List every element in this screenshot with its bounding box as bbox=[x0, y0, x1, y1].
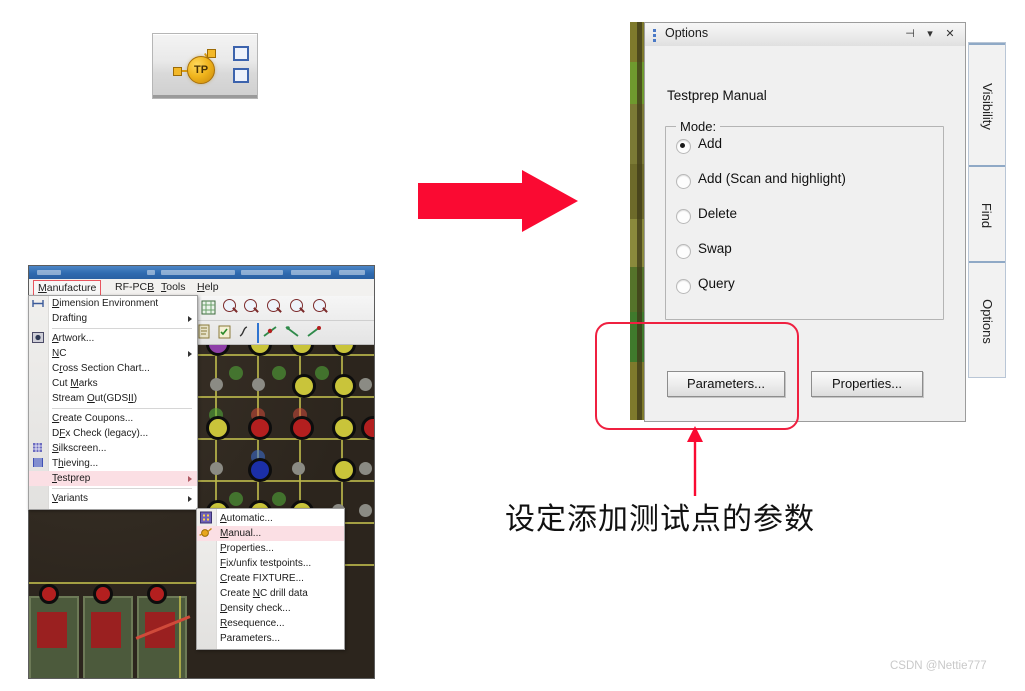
properties-button[interactable]: Properties... bbox=[811, 371, 923, 397]
menu-separator bbox=[52, 328, 192, 329]
submenu-item-automatic[interactable]: Automatic... bbox=[197, 511, 344, 526]
drag-grip-icon[interactable] bbox=[653, 29, 656, 42]
menu-item-artwork[interactable]: Artwork... bbox=[29, 331, 197, 346]
side-tab-label: Options bbox=[979, 298, 995, 344]
zoom-in-icon[interactable] bbox=[266, 299, 282, 314]
toolbar-fragment: TP bbox=[152, 33, 258, 99]
menubar-item-manufacture-label: anufacture bbox=[46, 282, 97, 294]
radio-label: Query bbox=[698, 276, 735, 291]
net-probe-icon-2[interactable] bbox=[285, 324, 300, 339]
app-titlebar bbox=[29, 266, 374, 279]
submenu-item-parameters[interactable]: Parameters... bbox=[197, 631, 344, 646]
submenu-item-density-check[interactable]: Density check... bbox=[197, 601, 344, 616]
watermark: CSDN @Nettie777 bbox=[890, 660, 987, 672]
toolbar-icon-secondary-1[interactable] bbox=[233, 46, 249, 61]
net-probe-icon-3[interactable] bbox=[307, 324, 322, 339]
submenu-item-manual[interactable]: Manual... bbox=[197, 526, 344, 541]
side-tab-find[interactable]: Find bbox=[969, 165, 1005, 263]
options-panel-titlebar: Options ⊣ ▾ ✕ bbox=[645, 23, 965, 47]
menu-item-create-coupons[interactable]: Create Coupons... bbox=[29, 411, 197, 426]
options-panel-title: Options bbox=[665, 26, 709, 40]
menubar-item-rf-pcb[interactable]: RF-PCB bbox=[115, 281, 154, 293]
menu-item-cut-marks[interactable]: Cut Marks bbox=[29, 376, 197, 391]
checklist-icon[interactable] bbox=[217, 324, 232, 339]
manual-testprep-icon bbox=[199, 527, 212, 537]
radio-indicator[interactable] bbox=[676, 279, 691, 294]
grid-icon[interactable] bbox=[201, 300, 216, 315]
callout-arrow bbox=[687, 426, 703, 496]
submenu-arrow-icon bbox=[188, 476, 192, 482]
menu-item-dfx-check[interactable]: DFx Check (legacy)... bbox=[29, 426, 197, 441]
menu-separator bbox=[52, 488, 192, 489]
side-tab-label: Visibility bbox=[979, 82, 995, 130]
radio-indicator[interactable] bbox=[676, 244, 691, 259]
report-icon[interactable] bbox=[197, 324, 212, 339]
submenu-item-fix-unfix-testpoints[interactable]: Fix/unfix testpoints... bbox=[197, 556, 344, 571]
radio-label: Swap bbox=[698, 241, 732, 256]
radio-label: Add bbox=[698, 136, 723, 151]
panel-subtitle: Testprep Manual bbox=[667, 88, 767, 103]
menu-item-testprep[interactable]: Testprep bbox=[29, 471, 197, 486]
submenu-item-properties[interactable]: Properties... bbox=[197, 541, 344, 556]
menubar-item-help[interactable]: Help bbox=[197, 281, 219, 293]
parameters-highlight-callout bbox=[595, 322, 799, 430]
radio-label: Add (Scan and highlight) bbox=[698, 171, 846, 186]
thieving-icon bbox=[33, 458, 43, 467]
measure-icon[interactable] bbox=[238, 324, 253, 339]
red-flow-arrow bbox=[418, 170, 578, 232]
submenu-arrow-icon bbox=[188, 351, 192, 357]
menu-item-stream-out[interactable]: Stream Out(GDSII) bbox=[29, 391, 197, 406]
menu-item-silkscreen[interactable]: Silkscreen... bbox=[29, 441, 197, 456]
testprep-submenu[interactable]: Automatic... Manual... Properties... Fix… bbox=[196, 508, 345, 650]
zoom-previous-icon[interactable] bbox=[312, 299, 328, 314]
side-tab-strip: Visibility Find Options bbox=[968, 42, 1006, 378]
menu-item-drafting[interactable]: Drafting bbox=[29, 311, 197, 326]
automatic-testprep-icon bbox=[200, 511, 212, 524]
menu-item-dimension-environment[interactable]: Dimension Environment bbox=[29, 296, 197, 311]
radio-label: Delete bbox=[698, 206, 738, 221]
menubar-item-manufacture[interactable]: Manufacture bbox=[33, 280, 102, 296]
radio-indicator[interactable] bbox=[676, 209, 691, 224]
submenu-arrow-icon bbox=[188, 316, 192, 322]
menu-item-cross-section-chart[interactable]: Cross Section Chart... bbox=[29, 361, 197, 376]
zoom-window-icon[interactable] bbox=[243, 299, 259, 314]
silkscreen-icon bbox=[33, 443, 42, 452]
submenu-arrow-icon bbox=[188, 496, 192, 502]
artwork-icon bbox=[32, 332, 44, 343]
radio-indicator[interactable] bbox=[676, 174, 691, 189]
submenu-item-create-fixture[interactable]: Create FIXTURE... bbox=[197, 571, 344, 586]
menu-item-variants[interactable]: Variants bbox=[29, 491, 197, 506]
menubar-item-tools[interactable]: Tools bbox=[161, 281, 186, 293]
auto-hide-pin-button[interactable]: ⊣ bbox=[903, 27, 917, 41]
radio-indicator[interactable] bbox=[676, 139, 691, 154]
menu-separator bbox=[52, 408, 192, 409]
side-tab-label: Find bbox=[979, 202, 995, 228]
toolbar-bottom-edge bbox=[153, 95, 257, 98]
zoom-out-icon[interactable] bbox=[289, 299, 305, 314]
close-button[interactable]: ✕ bbox=[943, 27, 957, 41]
menu-item-nc[interactable]: NC bbox=[29, 346, 197, 361]
panel-menu-button[interactable]: ▾ bbox=[923, 27, 937, 41]
caption-text: 设定添加测试点的参数 bbox=[505, 502, 815, 537]
dimension-icon bbox=[32, 300, 44, 307]
manufacture-dropdown-menu[interactable]: Dimension Environment Drafting Artwork..… bbox=[28, 295, 198, 510]
submenu-item-create-nc-drill-data[interactable]: Create NC drill data bbox=[197, 586, 344, 601]
app-toolbar bbox=[197, 296, 374, 345]
submenu-item-resequence[interactable]: Resequence... bbox=[197, 616, 344, 631]
mode-groupbox: Mode: Add Add (Scan and highlight) Delet… bbox=[665, 119, 944, 320]
mode-groupbox-legend: Mode: bbox=[676, 119, 721, 134]
testpoint-icon[interactable]: TP bbox=[173, 48, 225, 88]
net-probe-icon-1[interactable] bbox=[263, 324, 278, 339]
testpoint-icon-label: TP bbox=[193, 64, 209, 76]
side-tab-visibility[interactable]: Visibility bbox=[969, 43, 1005, 167]
zoom-fit-icon[interactable] bbox=[222, 299, 238, 314]
menu-item-thieving[interactable]: Thieving... bbox=[29, 456, 197, 471]
side-tab-options[interactable]: Options bbox=[969, 261, 1005, 379]
toolbar-icon-secondary-2[interactable] bbox=[233, 68, 249, 83]
